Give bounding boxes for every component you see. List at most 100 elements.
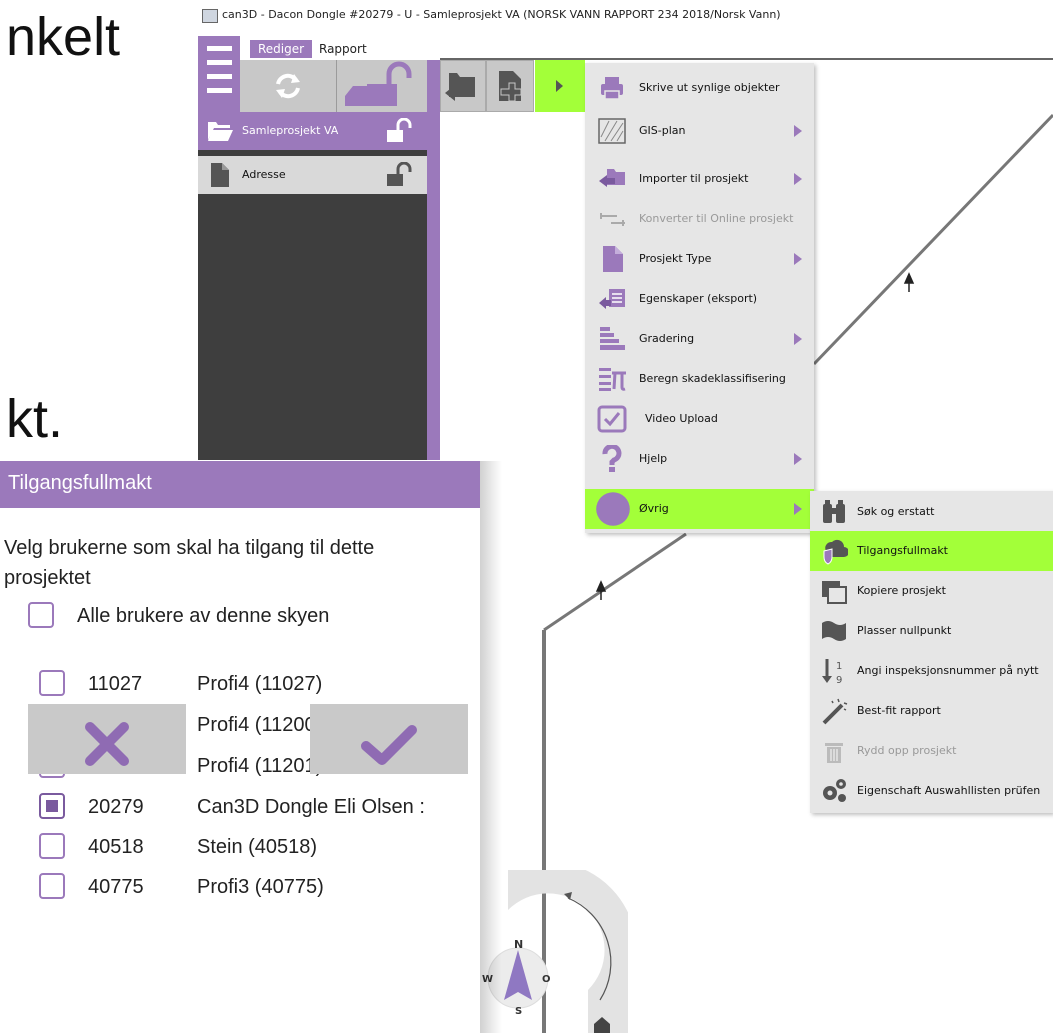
sidebar-item-adresse[interactable]: Adresse xyxy=(198,156,427,194)
help-icon xyxy=(602,445,622,472)
compass-o: O xyxy=(542,974,551,985)
close-icon xyxy=(85,722,129,766)
refresh-icon xyxy=(276,73,300,99)
submenu-item-label: Søk og erstatt xyxy=(857,505,935,518)
tab-rediger[interactable]: Rediger xyxy=(250,40,313,58)
flag-icon xyxy=(822,621,846,641)
menu-item-label: Prosjekt Type xyxy=(639,252,712,265)
menu-item-beregn[interactable]: Beregn skadeklassifisering xyxy=(585,359,814,399)
menu-item-skrive-ut[interactable]: Skrive ut synlige objekter xyxy=(585,68,814,108)
submenu-item-best-fit[interactable]: Best-fit rapport xyxy=(810,691,1053,731)
sidebar-accent-bar xyxy=(427,60,440,460)
submenu-item-sok-erstatt[interactable]: Søk og erstatt xyxy=(810,492,1053,532)
user-checkbox-11027[interactable] xyxy=(39,670,65,696)
trash-icon xyxy=(825,743,843,763)
user-name: Profi4 (11201) xyxy=(197,755,323,777)
user-id: 20279 xyxy=(88,796,144,818)
folder-unlock-icon xyxy=(345,61,412,106)
menu-item-video-upload[interactable]: Video Upload xyxy=(585,399,814,439)
menu-item-importer[interactable]: Importer til prosjekt xyxy=(585,159,814,199)
menu-item-ovrig[interactable]: Øvrig xyxy=(585,489,814,529)
document-icon xyxy=(603,246,623,272)
cancel-button[interactable] xyxy=(28,704,186,774)
hamburger-icon-bar xyxy=(207,88,232,93)
dialog-shadow xyxy=(480,461,502,1033)
menu-item-label: Øvrig xyxy=(639,502,669,515)
all-users-label: Alle brukere av denne skyen xyxy=(77,605,330,627)
hamburger-icon-bar xyxy=(207,74,232,79)
user-id: 40775 xyxy=(88,876,144,898)
compass-s: S xyxy=(515,1006,522,1017)
all-users-checkbox[interactable] xyxy=(28,602,54,628)
refresh-button[interactable] xyxy=(240,60,337,112)
user-checkbox-40775[interactable] xyxy=(39,873,65,899)
menu-item-label: Hjelp xyxy=(639,452,668,465)
submenu-arrow-icon xyxy=(794,253,802,265)
user-name: Profi4 (11200) xyxy=(197,714,323,736)
menu-item-konverter[interactable]: Konverter til Online prosjekt xyxy=(585,199,814,239)
pipe-direction-arrow-2 xyxy=(595,580,607,600)
properties-export-icon xyxy=(599,289,625,309)
checkmark-icon xyxy=(361,725,417,765)
printer-icon xyxy=(601,77,623,100)
submenu-item-label: Rydd opp prosjekt xyxy=(857,744,957,757)
user-name: Can3D Dongle Eli Olsen : xyxy=(197,796,425,818)
menu-item-label: Video Upload xyxy=(645,412,718,425)
menu-item-label: Konverter til Online prosjekt xyxy=(639,212,794,225)
menu-item-label: Beregn skadeklassifisering xyxy=(639,372,786,385)
menu-item-label: Skrive ut synlige objekter xyxy=(639,81,780,94)
dialog-header: Tilgangsfullmakt xyxy=(0,461,480,508)
submenu-item-label: Eigenschaft Auswahllisten prüfen xyxy=(857,784,1041,797)
sort-numeric-icon: 1 9 xyxy=(822,659,842,685)
svg-text:9: 9 xyxy=(836,675,842,685)
copy-icon xyxy=(822,581,847,604)
video-upload-check-icon xyxy=(597,405,627,433)
project-sidebar: Samleprosjekt VA Adresse xyxy=(198,112,427,460)
menu-item-prosjekt-type[interactable]: Prosjekt Type xyxy=(585,239,814,279)
menu-item-egenskaper[interactable]: Egenskaper (eksport) xyxy=(585,279,814,319)
dialog-prompt-line1: Velg brukerne som skal ha tilgang til de… xyxy=(4,537,375,559)
submenu-item-eigenschaft[interactable]: Eigenschaft Auswahllisten prüfen xyxy=(810,771,1053,811)
confirm-button[interactable] xyxy=(310,704,468,774)
submenu-item-label: Tilgangsfullmakt xyxy=(857,544,948,557)
ovrig-submenu: Søk og erstatt Tilgangsfullmakt Kopiere … xyxy=(810,491,1053,813)
main-dropdown-menu: Skrive ut synlige objekter GIS-plan Impo… xyxy=(585,63,814,533)
submenu-item-label: Best-fit rapport xyxy=(857,704,941,717)
document-add-icon xyxy=(499,71,522,102)
new-document-button[interactable] xyxy=(486,60,534,112)
submenu-item-angi-inspeksjonsnummer[interactable]: 1 9 Angi inspeksjonsnummer på nytt xyxy=(810,651,1053,691)
submenu-item-plasser-nullpunkt[interactable]: Plasser nullpunkt xyxy=(810,611,1053,651)
unlock-icon xyxy=(387,118,412,142)
user-name: Stein (40518) xyxy=(197,836,318,858)
user-name: Profi3 (40775) xyxy=(197,876,324,898)
user-checkbox-20279[interactable] xyxy=(39,793,65,819)
tab-rapport[interactable]: Rapport xyxy=(311,40,375,58)
menu-item-gis-plan[interactable]: GIS-plan xyxy=(585,111,814,151)
submenu-item-rydd-opp[interactable]: Rydd opp prosjekt xyxy=(810,731,1053,771)
svg-text:1: 1 xyxy=(836,661,842,672)
menu-item-gradering[interactable]: Gradering xyxy=(585,319,814,359)
hamburger-icon-bar xyxy=(207,60,232,65)
open-folder-button[interactable] xyxy=(440,60,486,112)
dialog-title: Tilgangsfullmakt xyxy=(8,472,152,494)
user-checkbox-40518[interactable] xyxy=(39,833,65,859)
expand-menu-button[interactable] xyxy=(535,60,585,112)
document-icon xyxy=(211,163,229,187)
hamburger-menu-button[interactable] xyxy=(198,36,240,112)
folder-open-arrow-icon xyxy=(445,73,475,101)
convert-icon xyxy=(600,213,625,226)
menu-item-hjelp[interactable]: Hjelp xyxy=(585,439,814,479)
window-title: can3D - Dacon Dongle #20279 - U - Samlep… xyxy=(222,8,781,21)
app-icon xyxy=(202,9,218,23)
binoculars-icon xyxy=(823,500,845,523)
compass-n: N xyxy=(514,938,523,951)
submenu-item-kopiere[interactable]: Kopiere prosjekt xyxy=(810,571,1053,611)
hamburger-icon xyxy=(207,46,232,51)
pipe-line-middle xyxy=(543,532,687,632)
sidebar-item-label: Samleprosjekt VA xyxy=(242,124,339,137)
lock-folder-button[interactable] xyxy=(337,60,438,112)
circle-icon xyxy=(596,492,630,526)
submenu-item-tilgangsfullmakt[interactable]: Tilgangsfullmakt xyxy=(810,531,1053,571)
submenu-arrow-icon xyxy=(794,125,802,137)
sidebar-item-samleprosjekt[interactable]: Samleprosjekt VA xyxy=(198,112,427,150)
